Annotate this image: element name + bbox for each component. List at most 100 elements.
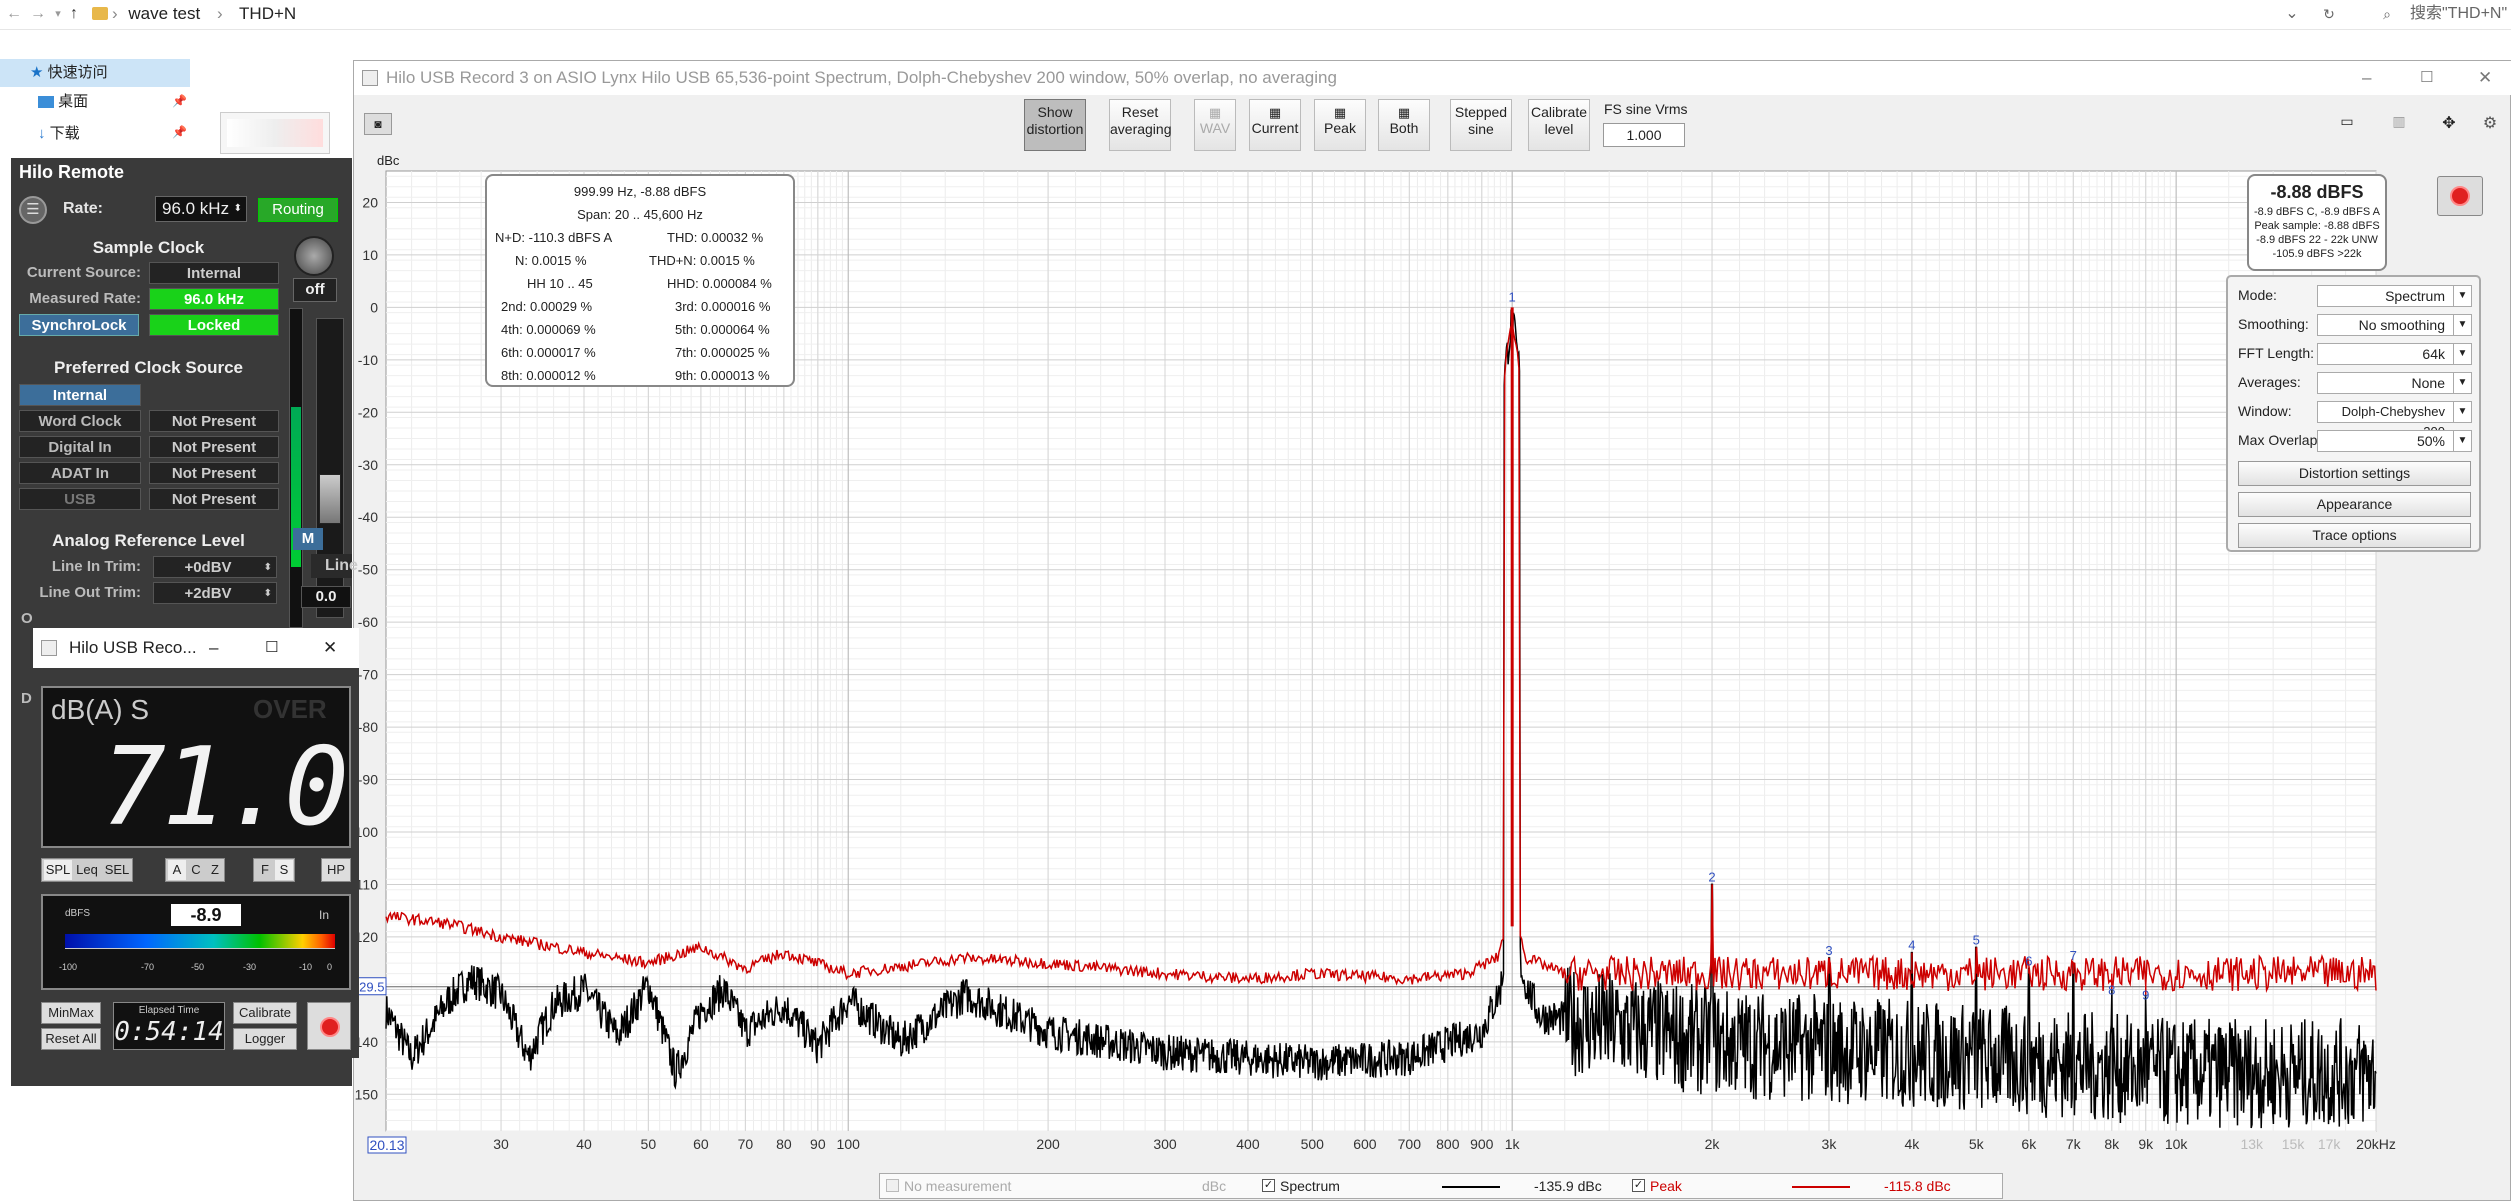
pin-icon[interactable]: 📌 xyxy=(172,94,187,108)
harmonic-marker: 2 xyxy=(1708,869,1715,884)
record-icon xyxy=(2450,186,2470,206)
preferred-clock-header: Preferred Clock Source xyxy=(54,358,243,377)
z-weighting-button[interactable]: Z xyxy=(206,860,224,880)
fader-handle[interactable] xyxy=(319,474,341,524)
nav-item-downloads[interactable]: ↓ 下载 xyxy=(38,121,80,147)
x-tick-label: 70 xyxy=(738,1136,754,1152)
x-tick-label-faint: 15k xyxy=(2282,1136,2306,1152)
no-measurement-label: No measurement xyxy=(904,1178,1012,1194)
logger-button[interactable]: Logger xyxy=(233,1028,297,1050)
clock-status: Not Present xyxy=(149,436,279,458)
calibrate-button[interactable]: Calibrate xyxy=(233,1002,297,1024)
spl-display: dB(A) S OVER 71.0 xyxy=(41,686,351,848)
x-tick-label: 50 xyxy=(641,1136,657,1152)
smoothing-select[interactable]: No smoothing ▼ xyxy=(2317,314,2472,336)
nav-item-quick-access[interactable]: ★ 快速访问 xyxy=(30,60,108,86)
chevron-down-icon: ▼ xyxy=(2453,373,2471,393)
x-tick-label: 4k xyxy=(1905,1136,1921,1152)
meter-record-button[interactable] xyxy=(307,1002,351,1050)
nav-item-desktop[interactable]: 桌面 xyxy=(38,89,88,115)
distortion-settings-button[interactable]: Distortion settings xyxy=(2238,461,2471,486)
y-tick-label: 20 xyxy=(362,194,378,210)
breadcrumb-item[interactable]: THD+N xyxy=(239,4,296,23)
mode-select[interactable]: Spectrum ▼ xyxy=(2317,285,2472,307)
rate-select[interactable]: 96.0 kHz ⬍ xyxy=(155,196,247,222)
forward-icon[interactable]: → xyxy=(28,4,48,24)
scale-label: -70 xyxy=(141,962,155,972)
smoothing-label: Smoothing: xyxy=(2238,316,2309,332)
trace-options-button[interactable]: Trace options xyxy=(2238,523,2471,548)
peak-swatch xyxy=(1792,1186,1850,1188)
search-input[interactable]: 搜索"THD+N" xyxy=(2410,0,2507,28)
close-icon[interactable]: ✕ xyxy=(323,628,337,668)
line-in-trim-select[interactable]: +0dBV ⬍ xyxy=(153,556,277,578)
back-icon[interactable]: ← xyxy=(4,4,24,24)
volume-knob[interactable] xyxy=(294,236,334,276)
x-tick-label: 100 xyxy=(837,1136,861,1152)
fft-length-label: FFT Length: xyxy=(2238,345,2315,361)
dbfs-value: -8.9 xyxy=(171,904,241,926)
peak-checkbox[interactable]: ✓ xyxy=(1632,1179,1645,1192)
window-select[interactable]: Dolph-Chebyshev 200▼ xyxy=(2317,401,2472,439)
locked-indicator: Locked xyxy=(149,314,279,336)
reset-all-button[interactable]: Reset All xyxy=(41,1028,101,1050)
x-tick-label: 8k xyxy=(2104,1136,2120,1152)
chevron-down-icon: ▼ xyxy=(2453,315,2471,335)
line-out-trim-select[interactable]: +2dBV ⬍ xyxy=(153,582,277,604)
slow-button[interactable]: S xyxy=(275,860,293,880)
chevron-down-icon[interactable]: ⌄ xyxy=(2282,4,2302,24)
download-icon: ↓ xyxy=(38,125,46,142)
stepper-icon: ⬍ xyxy=(263,562,272,573)
maximize-icon[interactable]: ☐ xyxy=(265,628,278,668)
up-icon[interactable]: ↑ xyxy=(64,4,84,24)
y-tick-label: -40 xyxy=(358,509,378,525)
a-weighting-button[interactable]: A xyxy=(168,860,186,880)
pin-icon[interactable]: 📌 xyxy=(172,125,187,139)
leq-button[interactable]: Leq xyxy=(74,860,100,880)
synchrolock-button[interactable]: SynchroLock xyxy=(19,314,139,336)
max-overlap-select[interactable]: 50% ▼ xyxy=(2317,430,2472,452)
routing-button[interactable]: Routing xyxy=(258,198,338,222)
spl-button[interactable]: SPL xyxy=(44,860,72,880)
clock-source-internal[interactable]: Internal xyxy=(19,384,141,406)
clock-source-digital-in[interactable]: Digital In xyxy=(19,436,141,458)
spectrum-label: Spectrum xyxy=(1280,1178,1340,1194)
minmax-button[interactable]: MinMax xyxy=(41,1002,101,1024)
clock-source-usb[interactable]: USB xyxy=(19,488,141,510)
fast-button[interactable]: F xyxy=(256,860,274,880)
peak-label: Peak xyxy=(1650,1178,1682,1194)
legend-unit: dBc xyxy=(1202,1178,1227,1194)
scale-label: -100 xyxy=(59,962,78,972)
averages-select[interactable]: None ▼ xyxy=(2317,372,2472,394)
info-h7: 7th: 0.000025 % xyxy=(675,345,770,360)
file-thumbnail[interactable] xyxy=(220,112,330,154)
info-h2: 2nd: 0.00029 % xyxy=(501,299,593,314)
line-out-trim-label: Line Out Trim: xyxy=(39,584,141,601)
hp-button[interactable]: HP xyxy=(321,858,351,882)
sel-button[interactable]: SEL xyxy=(102,860,132,880)
info-h4: 4th: 0.000069 % xyxy=(501,322,596,337)
record-button[interactable] xyxy=(2437,176,2483,216)
search-icon: ⌕ xyxy=(2383,6,2391,22)
no-measurement-checkbox[interactable] xyxy=(886,1179,899,1192)
menu-icon[interactable]: ☰ xyxy=(19,196,47,224)
fft-length-select[interactable]: 64k ▼ xyxy=(2317,343,2472,365)
level-line: Peak sample: -8.88 dBFS xyxy=(2254,220,2380,232)
x-tick-label: 400 xyxy=(1236,1136,1260,1152)
clock-source-word-clock[interactable]: Word Clock xyxy=(19,410,141,432)
clock-source-adat-in[interactable]: ADAT In xyxy=(19,462,141,484)
clock-status: Not Present xyxy=(149,488,279,510)
stepper-icon: ⬍ xyxy=(233,203,242,214)
x-tick-label: 30 xyxy=(493,1136,509,1152)
minimize-icon[interactable]: – xyxy=(209,628,218,668)
x-tick-label-faint: 17k xyxy=(2318,1136,2342,1152)
level-line: -8.9 dBFS C, -8.9 dBFS A xyxy=(2254,206,2380,218)
breadcrumb-item[interactable]: wave test xyxy=(128,4,200,23)
partial-label: O xyxy=(21,610,33,627)
c-weighting-button[interactable]: C xyxy=(187,860,205,880)
spectrum-checkbox[interactable]: ✓ xyxy=(1262,1179,1275,1192)
info-h3: 3rd: 0.000016 % xyxy=(675,299,771,314)
mute-button[interactable]: M xyxy=(293,528,323,550)
appearance-button[interactable]: Appearance xyxy=(2238,492,2471,517)
refresh-icon[interactable]: ↻ xyxy=(2319,4,2339,24)
